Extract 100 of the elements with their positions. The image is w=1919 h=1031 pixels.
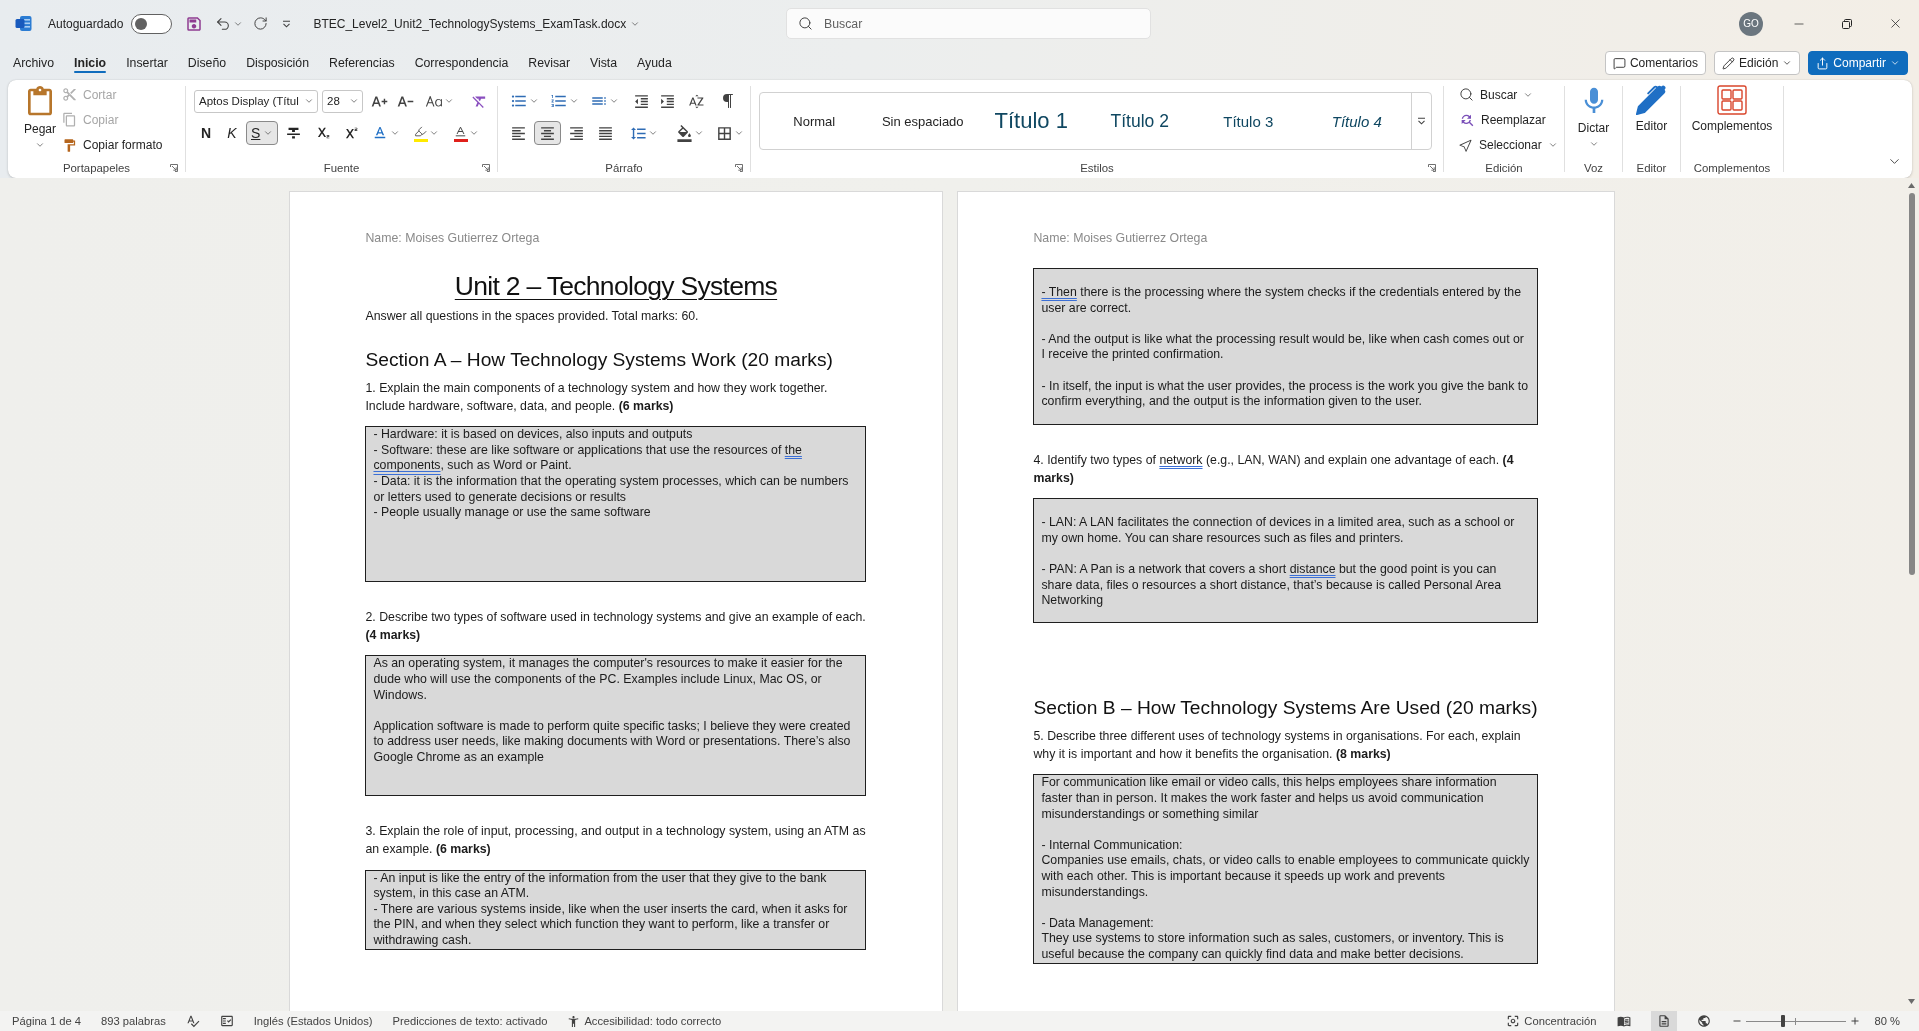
- dialog-launcher-icon[interactable]: [482, 164, 490, 172]
- caret-icon[interactable]: [694, 128, 704, 138]
- restore-icon[interactable]: [1842, 18, 1852, 29]
- checklist-icon[interactable]: [219, 1014, 234, 1028]
- focus-icon[interactable]: [1506, 1014, 1521, 1028]
- paste-button[interactable]: Pegar: [20, 82, 61, 158]
- replace-button[interactable]: Reemplazar: [1459, 107, 1562, 133]
- find-button[interactable]: Buscar: [1459, 82, 1562, 108]
- underline-button[interactable]: S: [246, 121, 279, 145]
- menu-tab[interactable]: Correspondencia: [404, 47, 519, 79]
- caret-icon[interactable]: [428, 128, 439, 138]
- caret-icon[interactable]: [1417, 117, 1426, 125]
- replace-icon[interactable]: [1459, 112, 1475, 128]
- menu-tab[interactable]: Ayuda: [627, 47, 682, 79]
- page-count[interactable]: Página 1 de 4: [12, 1015, 82, 1027]
- search-field[interactable]: Buscar: [786, 8, 1151, 39]
- book-icon[interactable]: [1616, 1014, 1631, 1028]
- share-icon[interactable]: [1816, 56, 1830, 70]
- justify-icon[interactable]: [597, 124, 614, 142]
- caret-icon[interactable]: [528, 96, 539, 106]
- paint-bucket-icon[interactable]: [676, 124, 693, 142]
- menu-tab[interactable]: Disposición: [236, 47, 319, 79]
- menu-tab[interactable]: Insertar: [116, 47, 178, 79]
- search-icon[interactable]: [1459, 87, 1474, 103]
- style-option[interactable]: Normal: [760, 93, 869, 149]
- text-predictions-status[interactable]: Predicciones de texto: activado: [392, 1015, 548, 1027]
- style-option[interactable]: Título 2: [1085, 93, 1194, 149]
- numbered-list-icon[interactable]: [549, 92, 568, 110]
- print-layout-button[interactable]: [1650, 1011, 1677, 1031]
- caret-icon[interactable]: [444, 96, 454, 106]
- dialog-launcher-icon[interactable]: [170, 164, 178, 172]
- caret-icon[interactable]: [608, 96, 619, 106]
- spellcheck-icon[interactable]: [185, 1014, 200, 1028]
- caret-icon[interactable]: [389, 128, 400, 138]
- dialog-launcher-icon[interactable]: [735, 164, 743, 172]
- decrease-indent-icon[interactable]: [632, 92, 650, 110]
- caret-icon[interactable]: [1890, 58, 1900, 68]
- file-name[interactable]: BTEC_Level2_Unit2_TechnologySystems_ExamTask.docx: [313, 16, 627, 31]
- scroll-down-icon[interactable]: [1908, 999, 1915, 1004]
- pen-icon[interactable]: [1636, 85, 1667, 115]
- caret-icon[interactable]: [282, 19, 292, 28]
- grid-icon[interactable]: [1717, 85, 1747, 115]
- globe-icon[interactable]: [1696, 1014, 1711, 1028]
- menu-tab[interactable]: Diseño: [177, 47, 237, 79]
- pencil-icon[interactable]: [1721, 56, 1735, 70]
- caret-icon[interactable]: [1588, 139, 1599, 149]
- caret-icon[interactable]: [304, 96, 314, 106]
- caret-icon[interactable]: [1782, 58, 1793, 68]
- save-icon[interactable]: [185, 14, 204, 33]
- menu-tab[interactable]: Inicio: [64, 47, 117, 79]
- caret-icon[interactable]: [468, 128, 479, 138]
- autosave-toggle[interactable]: [131, 13, 173, 34]
- caret-icon[interactable]: [568, 96, 579, 106]
- paint-roller-icon[interactable]: [62, 137, 78, 153]
- share-button[interactable]: Compartir: [1808, 51, 1908, 75]
- word-count[interactable]: 893 palabras: [101, 1015, 166, 1027]
- pilcrow-icon[interactable]: [720, 93, 736, 109]
- dialog-launcher-icon[interactable]: [1428, 164, 1436, 172]
- accessibility-status[interactable]: Accesibilidad: todo correcto: [567, 1014, 722, 1028]
- format-painter-button[interactable]: Copiar formato: [62, 132, 167, 158]
- style-option[interactable]: Sin espaciado: [868, 93, 977, 149]
- accessibility-icon[interactable]: [567, 1014, 581, 1028]
- comments-button[interactable]: Comentarios: [1604, 51, 1706, 75]
- menu-tab[interactable]: Revisar: [518, 47, 580, 79]
- select-button[interactable]: Seleccionar: [1459, 132, 1562, 158]
- caret-icon[interactable]: [349, 96, 359, 106]
- align-center-icon[interactable]: [539, 124, 556, 142]
- scroll-up-icon[interactable]: [1908, 183, 1915, 188]
- undo-icon[interactable]: [215, 15, 232, 32]
- editor-button[interactable]: Editor: [1631, 81, 1672, 158]
- style-option[interactable]: Título 3: [1194, 93, 1303, 149]
- style-option[interactable]: Título 4: [1302, 93, 1411, 149]
- font-size-field[interactable]: 28: [322, 89, 363, 113]
- align-left-icon[interactable]: [510, 124, 527, 142]
- highlighter-icon[interactable]: [413, 124, 428, 142]
- menu-tab[interactable]: Vista: [580, 47, 628, 79]
- caret-icon[interactable]: [734, 128, 744, 138]
- language-status[interactable]: Inglés (Estados Unidos): [253, 1015, 373, 1027]
- cursor-icon[interactable]: [1459, 138, 1473, 153]
- font-color-icon[interactable]: [453, 124, 468, 142]
- page-icon[interactable]: [1656, 1014, 1671, 1028]
- menu-tab[interactable]: Archivo: [3, 47, 64, 79]
- editing-mode-button[interactable]: Edición: [1713, 51, 1801, 75]
- italic-button[interactable]: K: [220, 121, 244, 145]
- avatar[interactable]: GO: [1739, 11, 1763, 36]
- align-center-button[interactable]: [534, 121, 561, 145]
- zoom-level[interactable]: 80 %: [1874, 1015, 1900, 1027]
- addins-button[interactable]: Complementos: [1687, 81, 1777, 158]
- sort-icon[interactable]: [687, 92, 705, 110]
- bold-button[interactable]: N: [194, 121, 218, 145]
- menu-tab[interactable]: Referencias: [319, 47, 405, 79]
- zoom-slider-thumb[interactable]: [1780, 1015, 1785, 1027]
- caret-icon[interactable]: [35, 140, 45, 150]
- style-option[interactable]: Título 1: [977, 93, 1086, 149]
- caret-icon[interactable]: [648, 128, 658, 138]
- dictate-button[interactable]: Dictar: [1573, 81, 1614, 158]
- align-right-icon[interactable]: [568, 124, 585, 142]
- comment-icon[interactable]: [1612, 56, 1626, 70]
- focus-button[interactable]: Concentración: [1506, 1014, 1597, 1028]
- borders-icon[interactable]: [716, 124, 733, 142]
